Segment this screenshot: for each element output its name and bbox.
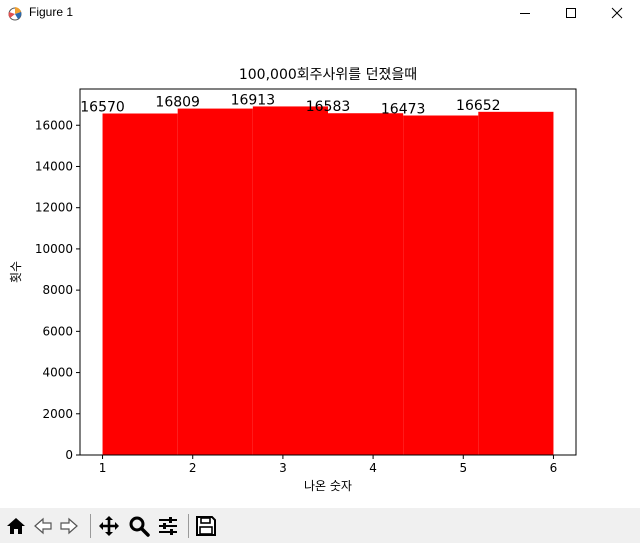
save-button[interactable] — [195, 515, 217, 537]
forward-arrow-icon — [60, 517, 78, 535]
maximize-button[interactable] — [548, 0, 594, 26]
maximize-icon — [566, 8, 576, 18]
back-button[interactable] — [32, 515, 54, 537]
y-tick-label: 14000 — [35, 159, 73, 173]
save-disk-icon — [196, 516, 216, 536]
window-titlebar: Figure 1 — [0, 0, 640, 26]
y-tick-label: 10000 — [35, 242, 73, 256]
back-arrow-icon — [34, 517, 52, 535]
home-icon — [7, 518, 25, 534]
x-tick-label: 5 — [459, 461, 467, 475]
chart-title: 100,000회주사위를 던졌을때 — [239, 67, 417, 83]
y-tick-label: 12000 — [35, 201, 73, 215]
bar-value-label: 16570 — [80, 100, 125, 116]
histogram-bar — [252, 106, 328, 456]
y-tick-label: 16000 — [35, 118, 73, 132]
zoom-button[interactable] — [128, 515, 150, 537]
histogram-bar — [403, 115, 479, 456]
pan-button[interactable] — [98, 515, 120, 537]
y-tick-label: 6000 — [42, 324, 73, 338]
y-tick-label: 4000 — [42, 366, 73, 380]
x-tick-label: 2 — [189, 461, 197, 475]
x-tick-label: 6 — [550, 461, 558, 475]
minimize-icon — [520, 13, 530, 14]
bar-value-label: 16583 — [306, 99, 351, 115]
x-tick-label: 3 — [279, 461, 287, 475]
bar-value-label: 16473 — [381, 102, 426, 118]
toolbar-separator — [90, 514, 91, 538]
histogram-bar — [102, 113, 178, 455]
y-axis-label: 횟수 — [9, 261, 23, 283]
histogram-bar — [328, 113, 404, 455]
toolbar-separator — [188, 514, 189, 538]
figure-canvas[interactable]: 1 2 3 4 5 6 0 2000 4000 6000 8000 10000 12000 14000 16… — [0, 26, 640, 508]
configure-subplots-button[interactable] — [157, 515, 179, 537]
navigation-toolbar — [0, 508, 640, 543]
forward-button[interactable] — [58, 515, 80, 537]
bar-value-label: 16809 — [155, 95, 200, 111]
y-tick-label: 8000 — [42, 283, 73, 297]
minimize-button[interactable] — [502, 0, 548, 26]
histogram-bar — [478, 111, 554, 456]
pan-move-icon — [99, 516, 119, 536]
bar-value-label: 16913 — [231, 92, 276, 108]
matplotlib-figure-icon — [6, 4, 24, 22]
y-tick-label: 2000 — [42, 407, 73, 421]
close-button[interactable] — [594, 0, 640, 26]
zoom-magnifier-icon — [129, 516, 150, 537]
configure-subplots-icon — [159, 517, 177, 535]
histogram-chart: 1 2 3 4 5 6 0 2000 4000 6000 8000 10000 12000 14000 16… — [0, 26, 640, 508]
close-icon — [611, 7, 623, 19]
y-tick-label: 0 — [65, 448, 73, 462]
x-axis-label: 나온 숫자 — [304, 479, 352, 493]
histogram-bar — [177, 108, 253, 456]
home-button[interactable] — [5, 515, 27, 537]
x-tick-label: 4 — [369, 461, 377, 475]
bars-layer — [102, 106, 554, 456]
bar-value-label: 16652 — [456, 98, 501, 114]
x-tick-label: 1 — [99, 461, 107, 475]
window-title: Figure 1 — [29, 5, 74, 19]
